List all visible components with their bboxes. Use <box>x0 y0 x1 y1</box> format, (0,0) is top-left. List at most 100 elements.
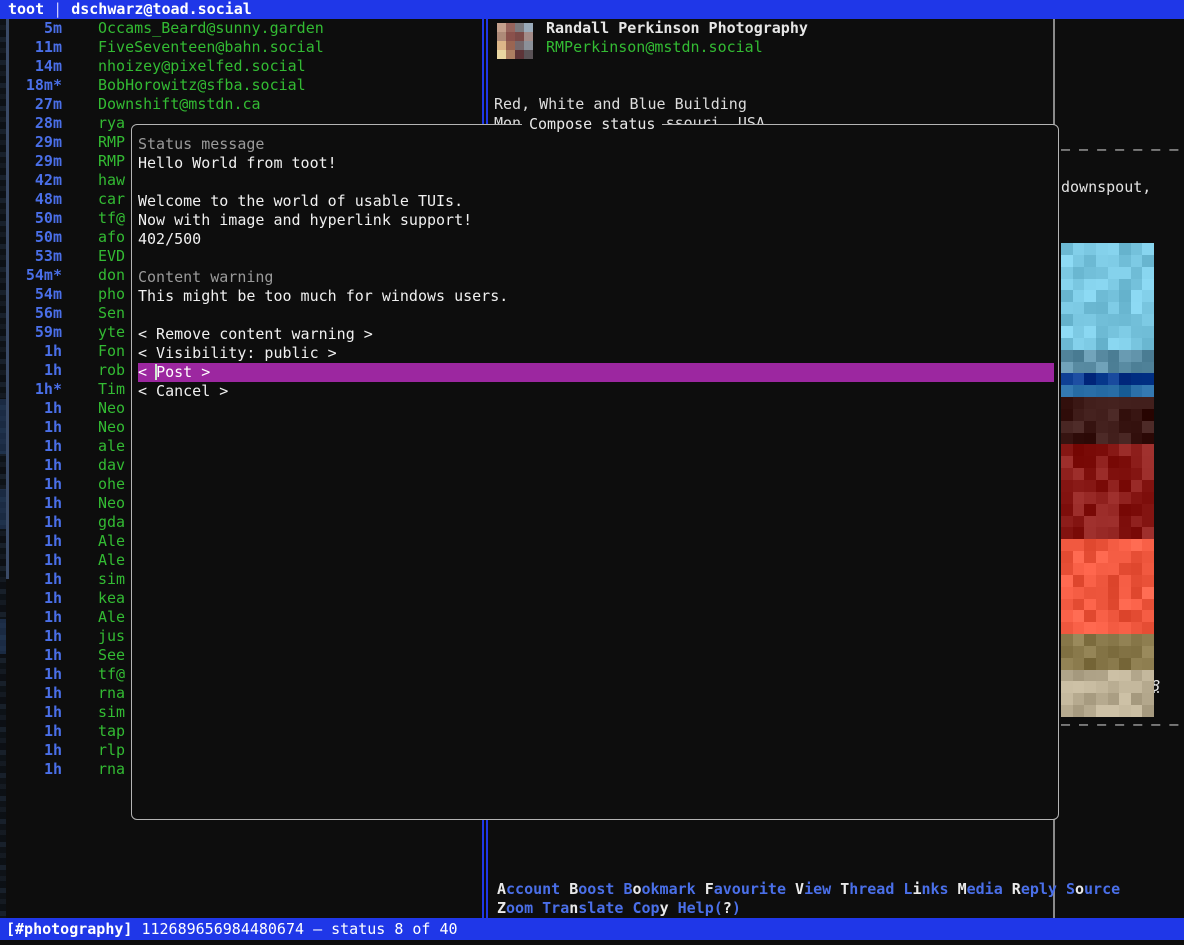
media-pixel <box>1084 361 1096 374</box>
media-pixel <box>1061 634 1073 646</box>
remove-content-warning-button[interactable]: < Remove content warning > <box>138 325 373 343</box>
media-pixel <box>1095 408 1108 421</box>
shortcut-source[interactable]: Source <box>1066 880 1120 898</box>
status-message-body-2[interactable]: Now with image and hyperlink support! <box>138 211 472 229</box>
shortcut-links[interactable]: Links <box>903 880 948 898</box>
media-pixel <box>1072 491 1085 504</box>
media-pixel <box>1072 480 1085 492</box>
media-pixel <box>1061 681 1073 694</box>
media-pixel <box>1072 669 1085 682</box>
media-pixel <box>1084 562 1096 575</box>
media-pixel <box>1119 290 1131 303</box>
status-message-body-1[interactable]: Welcome to the world of usable TUIs. <box>138 192 463 210</box>
shortcut-copy[interactable]: Copy <box>632 899 668 917</box>
media-pixel <box>1119 681 1131 694</box>
content-warning-value[interactable]: This might be too much for windows users… <box>138 287 508 305</box>
media-pixel <box>1119 705 1131 717</box>
inline-media-preview[interactable] <box>1061 243 1154 717</box>
timeline-row[interactable]: 14m nhoizey@pixelfed.social <box>6 57 482 76</box>
timeline-row-time: 56m <box>34 304 62 322</box>
shortcut-space <box>669 899 678 917</box>
media-pixel <box>1061 266 1073 279</box>
shortcut-rest: iew <box>804 880 832 898</box>
cancel-button[interactable]: < Cancel > <box>138 382 228 400</box>
timeline-row-account: nhoizey@pixelfed.social <box>98 57 306 75</box>
media-pixel <box>1095 622 1108 635</box>
media-pixel <box>1095 290 1108 303</box>
post-button[interactable]: < Post > <box>138 363 1054 382</box>
shortcut-boost[interactable]: Boost <box>569 880 614 898</box>
media-pixel <box>1119 598 1131 611</box>
media-pixel <box>1095 574 1108 587</box>
media-pixel <box>1095 373 1108 386</box>
media-pixel <box>1119 456 1131 469</box>
timeline-scrollbar[interactable] <box>6 19 9 918</box>
shortcut-key: R <box>1011 880 1021 898</box>
shortcut-translate[interactable]: Translate <box>542 899 623 917</box>
media-pixel <box>1119 503 1131 516</box>
media-pixel <box>1084 349 1096 362</box>
timeline-row-account: don <box>98 266 126 284</box>
timeline-row-gap <box>62 437 98 456</box>
media-pixel <box>1142 243 1154 255</box>
media-pixel <box>1107 681 1120 694</box>
media-pixel <box>1130 645 1143 658</box>
shortcut-zoom[interactable]: Zoom <box>497 899 533 917</box>
media-pixel <box>1084 325 1096 338</box>
timeline-row[interactable]: 27m Downshift@mstdn.ca <box>6 95 482 114</box>
media-pixel <box>1130 574 1143 587</box>
timeline-row[interactable]: 5m Occams_Beard@sunny.garden <box>6 19 482 38</box>
shortcut-key: y <box>659 899 669 917</box>
media-pixel <box>1061 325 1073 338</box>
timeline-row-account: rob <box>98 361 126 379</box>
status-message-value[interactable]: Hello World from toot! <box>138 154 337 172</box>
shortcut-bookmark[interactable]: Bookmark <box>623 880 695 898</box>
media-pixel <box>1142 491 1154 504</box>
visibility-button[interactable]: < Visibility: public > <box>138 344 337 362</box>
timeline-row-gap <box>62 285 98 304</box>
app-name: toot <box>8 0 45 18</box>
media-pixel <box>1061 468 1073 480</box>
media-pixel <box>1072 622 1085 635</box>
media-pixel <box>1095 598 1108 611</box>
timeline-row-gap <box>62 627 98 646</box>
character-counter: 402/500 <box>138 230 202 248</box>
timeline-scrollbar-thumb[interactable] <box>6 19 9 579</box>
timeline-row[interactable]: 18m* BobHorowitz@sfba.social <box>6 76 482 95</box>
shortcut-key: T <box>840 880 850 898</box>
shortcut-account[interactable]: Account <box>497 880 560 898</box>
shortcut-key: B <box>569 880 579 898</box>
media-pixel <box>1095 444 1108 457</box>
media-pixel <box>1119 562 1131 575</box>
compose-status-dialog[interactable]: Compose status Status message Hello Worl… <box>131 114 1059 820</box>
shortcut-space <box>533 899 542 917</box>
media-pixel <box>1107 444 1120 457</box>
media-pixel <box>1107 539 1120 552</box>
timeline-row-time: 1h <box>43 437 62 455</box>
media-pixel <box>1061 657 1073 670</box>
media-pixel <box>1084 468 1096 480</box>
media-pixel <box>1061 397 1073 409</box>
timeline-row-time: 27m <box>34 95 62 113</box>
media-pixel <box>1107 634 1120 646</box>
timeline-row[interactable]: 11m FiveSeventeen@bahn.social <box>6 38 482 57</box>
account-handle: dschwarz@toad.social <box>71 0 252 18</box>
shortcut-reply[interactable]: Reply <box>1012 880 1057 898</box>
media-pixel <box>1095 669 1108 682</box>
shortcut-thread[interactable]: Thread <box>840 880 894 898</box>
timeline-row-gap <box>62 684 98 703</box>
media-pixel <box>1119 243 1131 255</box>
shortcut-help?[interactable]: Help(?) <box>678 899 741 917</box>
media-pixel <box>1130 456 1143 469</box>
shortcut-favourite[interactable]: Favourite <box>705 880 786 898</box>
status-bar-dash: – <box>313 920 323 938</box>
timeline-row-time: 1h <box>43 513 62 531</box>
thread-text-fragment: downspout, <box>1061 178 1152 196</box>
media-pixel <box>1095 634 1108 646</box>
divider-top: — — — — — — — — — — <box>1061 140 1179 158</box>
media-pixel <box>1119 468 1131 480</box>
media-pixel <box>1095 693 1108 706</box>
media-pixel <box>1095 337 1108 350</box>
shortcut-media[interactable]: Media <box>958 880 1003 898</box>
shortcut-view[interactable]: View <box>795 880 831 898</box>
